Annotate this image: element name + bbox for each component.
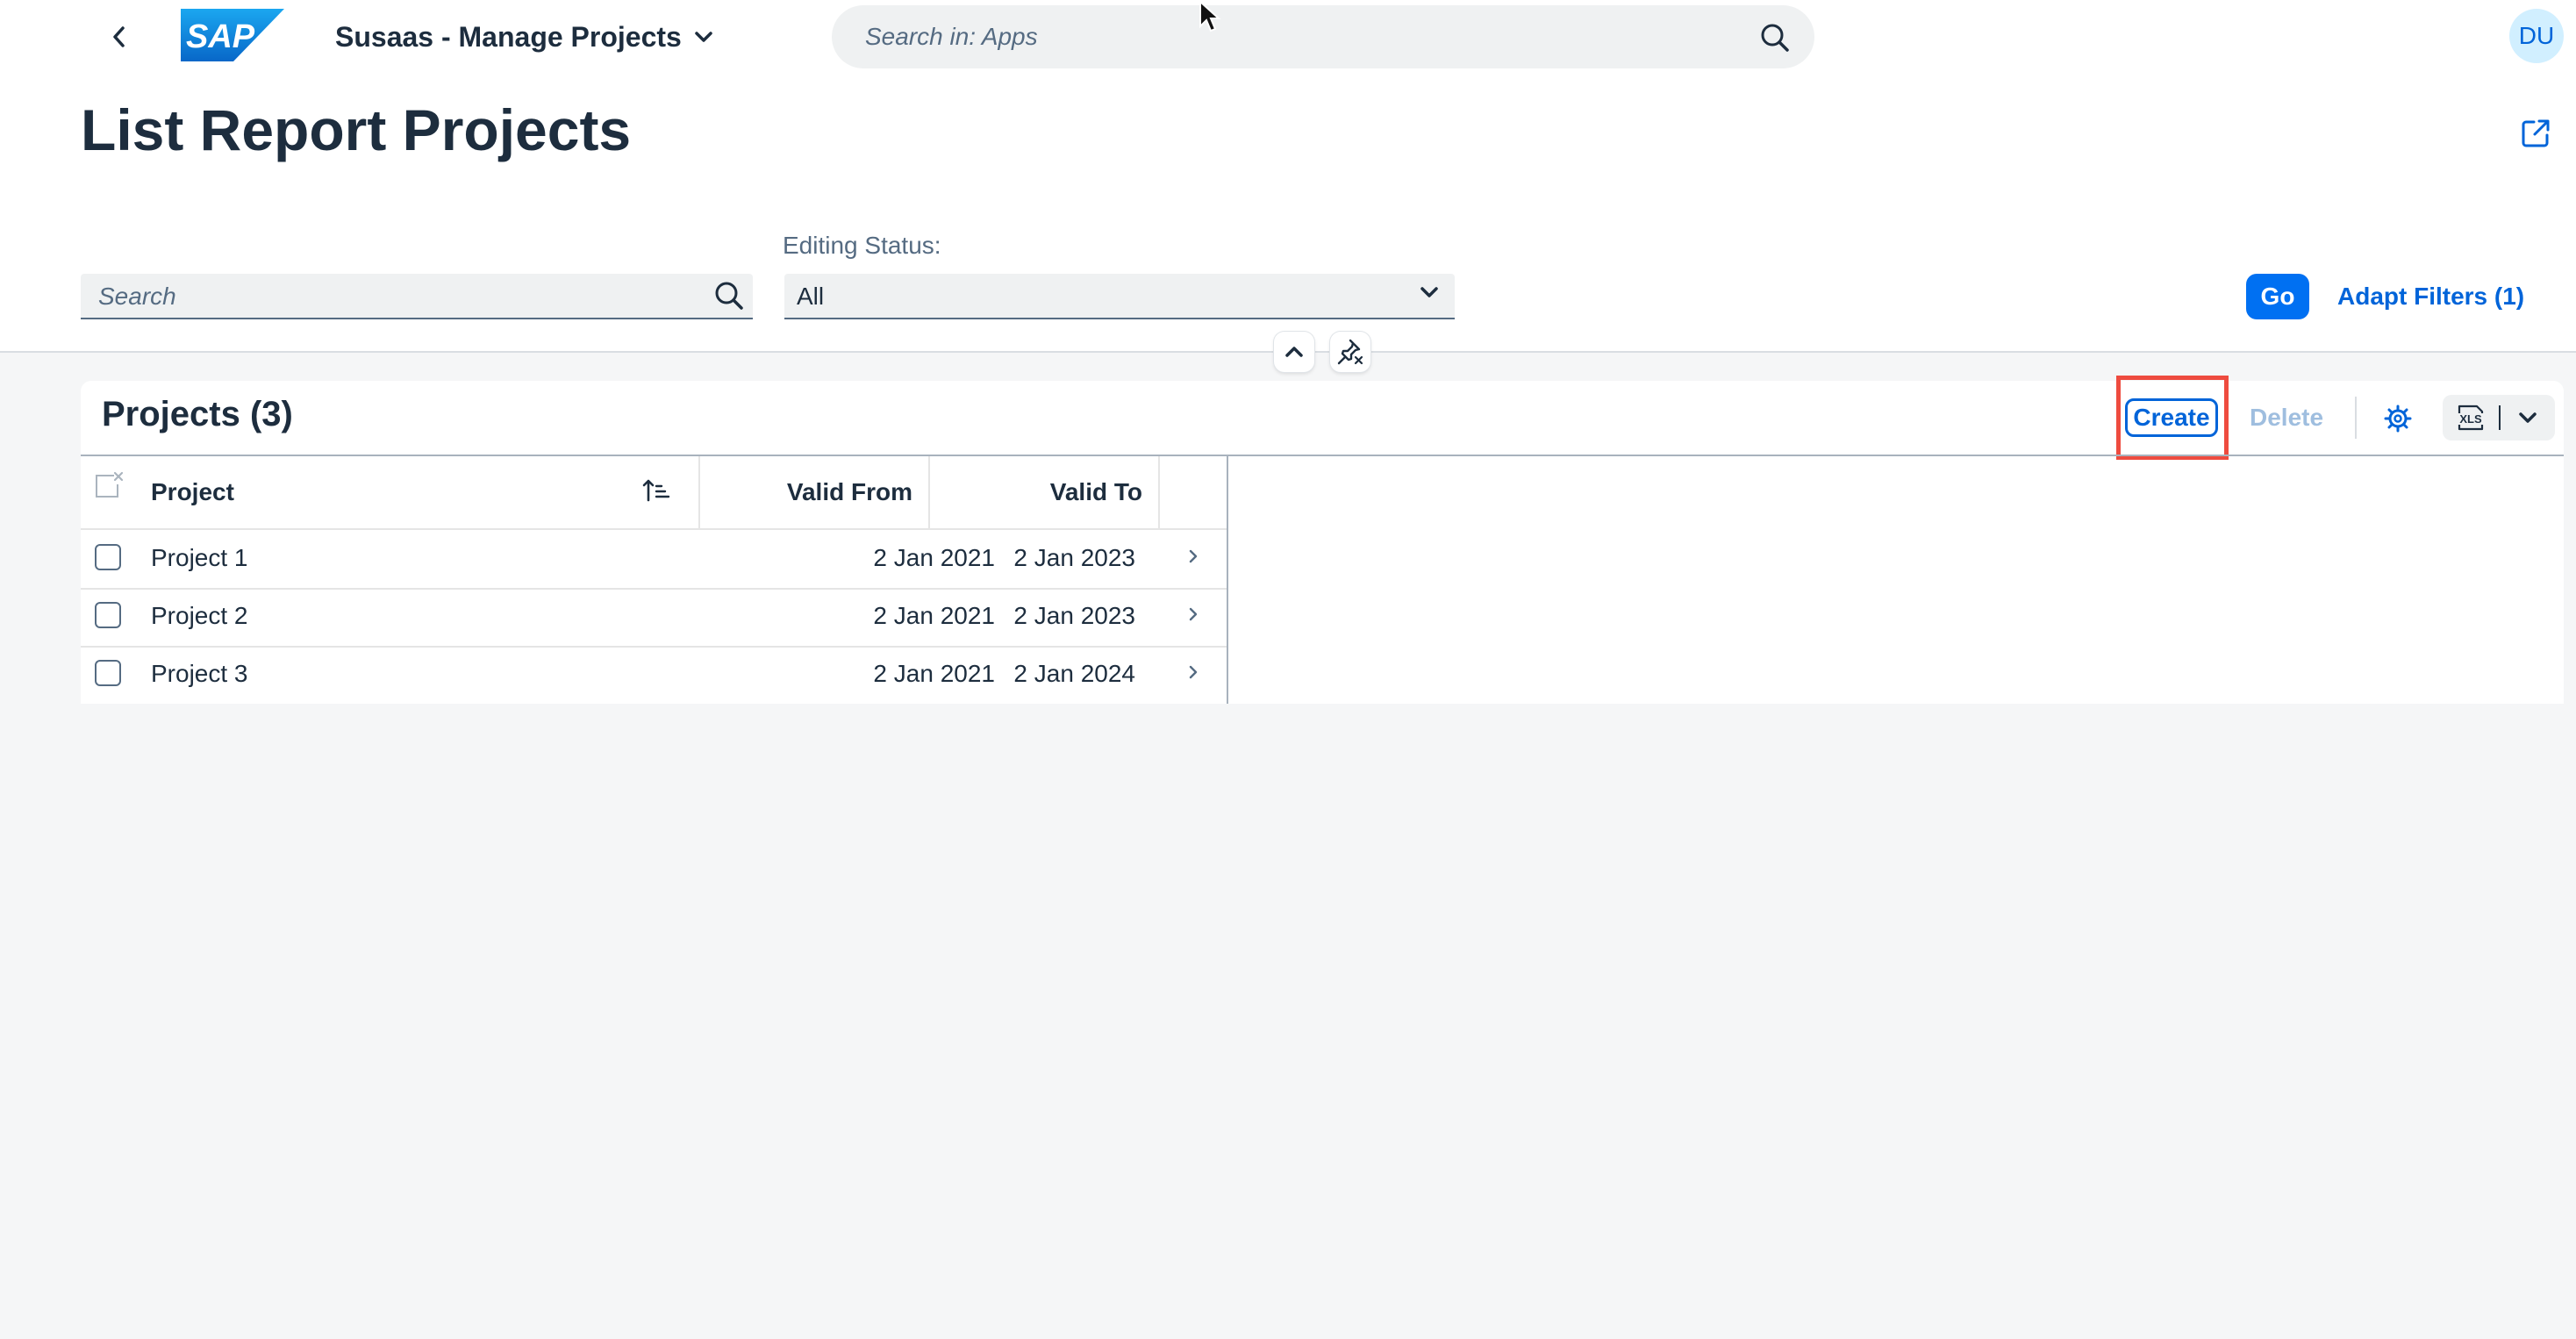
table-settings-button[interactable]	[2376, 397, 2420, 440]
share-icon[interactable]	[2520, 118, 2551, 149]
filter-search-input[interactable]: Search	[81, 274, 753, 319]
pin-header-button[interactable]	[1330, 332, 1370, 372]
editing-status-select[interactable]: All	[784, 274, 1455, 319]
export-menu-button[interactable]	[2501, 395, 2555, 440]
create-button[interactable]: Create	[2125, 398, 2218, 437]
clear-selection-icon[interactable]	[93, 470, 125, 502]
table-row[interactable]: Project 1 2 Jan 2021 2 Jan 2023	[81, 530, 1227, 586]
row-checkbox[interactable]	[95, 602, 121, 628]
column-header-valid-from[interactable]: Valid From	[700, 456, 912, 528]
user-avatar[interactable]: DU	[2509, 9, 2564, 63]
cell-project: Project 3	[151, 660, 248, 687]
app-title: Susaas - Manage Projects	[335, 20, 682, 53]
delete-button[interactable]: Delete	[2250, 398, 2323, 437]
cell-valid-from: 2 Jan 2021	[873, 602, 995, 629]
unpin-icon	[1337, 339, 1363, 365]
adapt-filters-button[interactable]: Adapt Filters (1)	[2337, 274, 2524, 319]
table-right-border	[1227, 456, 1228, 704]
app-title-menu[interactable]: Susaas - Manage Projects	[335, 16, 713, 58]
xls-label: XLS	[2459, 412, 2482, 426]
chevron-down-icon	[695, 32, 712, 42]
editing-status-label: Editing Status:	[783, 232, 941, 259]
table-title: Projects (3)	[102, 395, 293, 433]
back-icon	[113, 26, 125, 47]
chevron-down-icon	[2519, 412, 2537, 423]
shell-search-placeholder: Search in: Apps	[865, 23, 1038, 50]
row-navigation-icon[interactable]	[1188, 548, 1199, 565]
cell-valid-from: 2 Jan 2021	[873, 544, 995, 571]
sap-logo[interactable]: SAP	[181, 9, 284, 61]
table-row[interactable]: Project 2 2 Jan 2021 2 Jan 2023	[81, 588, 1227, 644]
go-button[interactable]: Go	[2246, 274, 2309, 319]
row-navigation-icon[interactable]	[1188, 663, 1199, 681]
editing-status-value: All	[797, 283, 825, 310]
toolbar-separator	[2355, 397, 2357, 439]
table-header-border	[81, 455, 2564, 456]
column-header-project[interactable]: Project	[151, 456, 234, 528]
sort-ascending-icon[interactable]	[642, 477, 670, 504]
sap-logo-text: SAP	[186, 18, 255, 55]
export-button-group: XLS	[2443, 395, 2555, 440]
filter-search-placeholder: Search	[98, 283, 176, 310]
xls-export-icon: XLS	[2454, 405, 2487, 431]
row-checkbox[interactable]	[95, 660, 121, 686]
chevron-down-icon	[1420, 287, 1438, 297]
collapse-header-button[interactable]	[1274, 332, 1314, 372]
cell-project: Project 1	[151, 544, 248, 571]
shell-search-input[interactable]: Search in: Apps	[832, 5, 1814, 68]
page-title: List Report Projects	[81, 97, 632, 162]
settings-icon	[2384, 405, 2412, 433]
back-button[interactable]	[95, 16, 144, 58]
cell-valid-from: 2 Jan 2021	[873, 660, 995, 687]
column-header-valid-to[interactable]: Valid To	[930, 456, 1142, 528]
cell-valid-to: 2 Jan 2024	[1013, 660, 1135, 687]
collapse-up-icon	[1285, 347, 1303, 357]
cell-valid-to: 2 Jan 2023	[1013, 602, 1135, 629]
cell-valid-to: 2 Jan 2023	[1013, 544, 1135, 571]
search-icon[interactable]	[1760, 23, 1790, 53]
mouse-cursor-icon	[1199, 0, 1221, 32]
column-separator	[1158, 456, 1160, 528]
row-checkbox[interactable]	[95, 544, 121, 570]
table-row[interactable]: Project 3 2 Jan 2021 2 Jan 2024	[81, 646, 1227, 702]
cell-project: Project 2	[151, 602, 248, 629]
export-xls-button[interactable]: XLS	[2443, 395, 2499, 440]
row-navigation-icon[interactable]	[1188, 605, 1199, 623]
search-icon[interactable]	[714, 281, 744, 311]
